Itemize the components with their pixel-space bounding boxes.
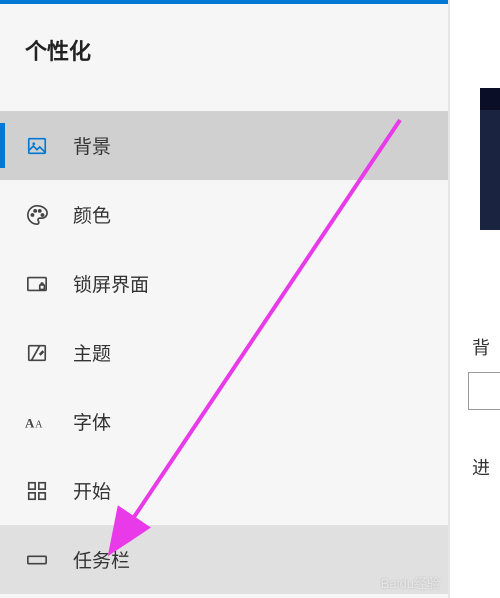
start-icon	[25, 479, 49, 503]
image-icon	[25, 134, 49, 158]
personalization-sidebar: 个性化 背景 颜色	[0, 0, 448, 598]
nav-label: 主题	[73, 339, 111, 366]
preview-fragment	[480, 88, 500, 110]
label-fragment: 背	[472, 334, 490, 360]
nav-item-colors[interactable]: 颜色	[0, 180, 448, 249]
palette-icon	[25, 203, 49, 227]
nav-list: 背景 颜色 锁屏界面	[0, 111, 448, 594]
dropdown-fragment	[468, 372, 500, 410]
section-title: 个性化	[0, 4, 448, 66]
nav-label: 开始	[73, 477, 111, 504]
nav-item-themes[interactable]: 主题	[0, 318, 448, 387]
right-content-edge: 背 进	[448, 0, 500, 598]
nav-item-start[interactable]: 开始	[0, 456, 448, 525]
nav-item-background[interactable]: 背景	[0, 111, 448, 180]
label-fragment: 进	[472, 454, 490, 480]
nav-label: 任务栏	[73, 546, 130, 573]
preview-fragment	[480, 110, 500, 230]
watermark: Baidu经验	[381, 573, 440, 592]
nav-label: 锁屏界面	[73, 270, 149, 297]
font-icon: A A	[25, 410, 49, 434]
nav-label: 背景	[73, 132, 111, 159]
nav-item-lockscreen[interactable]: 锁屏界面	[0, 249, 448, 318]
svg-text:A: A	[25, 415, 35, 430]
nav-item-fonts[interactable]: A A 字体	[0, 387, 448, 456]
nav-label: 颜色	[73, 201, 111, 228]
theme-icon	[25, 341, 49, 365]
nav-label: 字体	[73, 408, 111, 435]
lock-screen-icon	[25, 272, 49, 296]
taskbar-icon	[25, 548, 49, 572]
svg-text:A: A	[35, 419, 43, 430]
